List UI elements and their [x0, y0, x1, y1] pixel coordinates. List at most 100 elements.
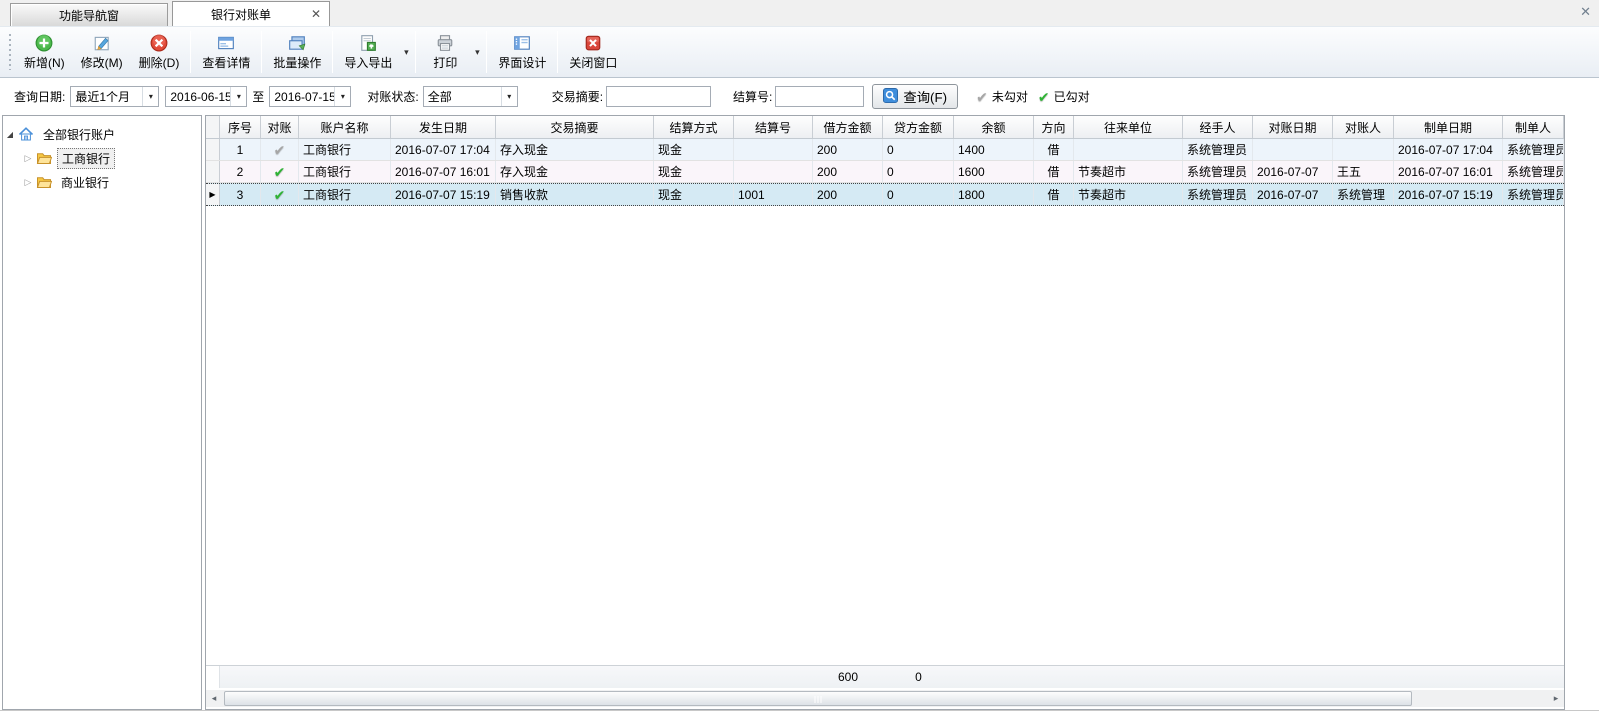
trans-summary-label: 交易摘要: — [552, 88, 603, 105]
toolbar-button-delete[interactable]: 删除(D) — [131, 29, 188, 75]
column-header-doc_date[interactable]: 制单日期 — [1394, 116, 1503, 138]
chevron-down-icon[interactable]: ▾ — [142, 87, 158, 106]
tab-function-nav[interactable]: 功能导航窗 — [10, 3, 168, 26]
toolbar-button-add[interactable]: 新增(N) — [16, 29, 73, 75]
row-indicator-icon: ▶ — [206, 184, 220, 205]
table-row-2[interactable]: 2✔工商银行2016-07-07 16:01存入现金现金20001600借节奏超… — [206, 161, 1564, 183]
column-header-balance[interactable]: 余额 — [954, 116, 1034, 138]
tree-collapsed-icon[interactable]: ▷ — [21, 153, 35, 164]
column-header-settle_no[interactable]: 结算号 — [734, 116, 813, 138]
column-header-date[interactable]: 发生日期 — [391, 116, 496, 138]
cell-seq: 1 — [220, 139, 261, 160]
cell-settle_no — [734, 139, 813, 160]
scrollbar-thumb[interactable] — [224, 691, 1412, 706]
toolbar-button-label: 打印 — [433, 54, 457, 71]
column-header-credit[interactable]: 贷方金额 — [883, 116, 954, 138]
summary-empty-cell — [1333, 666, 1394, 688]
scroll-left-icon[interactable]: ◂ — [206, 690, 222, 707]
toolbar-button-import-export[interactable]: 导入导出 — [336, 29, 400, 75]
column-header-method[interactable]: 结算方式 — [654, 116, 734, 138]
summary-empty-cell — [954, 666, 1034, 688]
filter-bar: 查询日期: 最近1个月 ▾ 2016-06-15 ▾ 至 2016-07-15 … — [0, 78, 1599, 115]
legend-checked: ✔ 已勾对 — [1038, 88, 1090, 105]
cell-summary: 销售收款 — [496, 184, 654, 205]
toolbar-button-label: 导入导出 — [344, 54, 392, 71]
tab-close-icon[interactable]: ✕ — [309, 7, 323, 21]
chevron-down-icon[interactable]: ▾ — [501, 87, 517, 106]
toolbar-button-edit[interactable]: 修改(M) — [73, 29, 131, 75]
chevron-down-icon[interactable]: ▾ — [334, 87, 350, 106]
tab-label: 银行对账单 — [173, 6, 309, 23]
toolbar-separator — [557, 31, 558, 73]
cell-date: 2016-07-07 16:01 — [391, 161, 496, 182]
tree-root-all-bank-accounts[interactable]: ◢ 全部银行账户 — [3, 122, 201, 146]
cell-direction: 借 — [1034, 184, 1074, 205]
date-range-preset-select[interactable]: 最近1个月 ▾ — [70, 86, 159, 107]
cell-settle_no: 1001 — [734, 184, 813, 205]
date-to-select[interactable]: 2016-07-15 ▾ — [269, 86, 351, 107]
summary-credit-total: 0 — [883, 666, 954, 688]
column-header-debit[interactable]: 借方金额 — [813, 116, 883, 138]
toolbar-button-close-window[interactable]: 关闭窗口 — [561, 29, 625, 75]
cell-recon_date: 2016-07-07 — [1253, 161, 1333, 182]
cell-doc_date: 2016-07-07 17:04 — [1394, 139, 1503, 160]
tree-expanded-icon[interactable]: ◢ — [3, 130, 17, 139]
cell-doc_person: 系统管理员 — [1503, 184, 1564, 205]
toolbar-grip-handle[interactable] — [8, 34, 12, 70]
cell-recon_person: 系统管理 — [1333, 184, 1394, 205]
toolbar-separator — [190, 31, 191, 73]
table-row-1[interactable]: 1✔工商银行2016-07-07 17:04存入现金现金20001400借系统管… — [206, 139, 1564, 161]
gray-check-icon: ✔ — [976, 90, 988, 104]
import-export-dropdown-icon[interactable]: ▾ — [400, 29, 412, 75]
print-dropdown-icon[interactable]: ▾ — [471, 29, 483, 75]
cell-recon_date — [1253, 139, 1333, 160]
tree-collapsed-icon[interactable]: ▷ — [21, 177, 35, 188]
summary-empty-cell — [734, 666, 813, 688]
tree-item-1[interactable]: ▷工商银行 — [3, 146, 201, 170]
column-header-counterparty[interactable]: 往来单位 — [1074, 116, 1183, 138]
column-header-recon_date[interactable]: 对账日期 — [1253, 116, 1333, 138]
toolbar-separator — [332, 31, 333, 73]
tree-item-2[interactable]: ▷商业银行 — [3, 170, 201, 194]
cell-credit: 0 — [883, 139, 954, 160]
chevron-down-icon[interactable]: ▾ — [230, 87, 246, 106]
row-gutter — [206, 161, 220, 182]
summary-gutter — [206, 666, 220, 688]
scrollbar-track[interactable] — [222, 690, 1548, 707]
summary-empty-cell — [1253, 666, 1333, 688]
toolbar-button-view-detail[interactable]: 查看详情 — [194, 29, 258, 75]
column-header-doc_person[interactable]: 制单人 — [1503, 116, 1564, 138]
toolbar-separator — [415, 31, 416, 73]
trans-summary-input[interactable] — [606, 86, 711, 107]
cell-debit: 200 — [813, 139, 883, 160]
column-header-summary[interactable]: 交易摘要 — [496, 116, 654, 138]
horizontal-scrollbar[interactable]: ◂ ▸ — [206, 690, 1564, 707]
column-header-handler[interactable]: 经手人 — [1183, 116, 1253, 138]
tab-bank-statement[interactable]: 银行对账单 ✕ — [172, 1, 330, 26]
column-header-account[interactable]: 账户名称 — [299, 116, 391, 138]
summary-empty-cell — [1074, 666, 1183, 688]
column-header-direction[interactable]: 方向 — [1034, 116, 1074, 138]
recon-status-select[interactable]: 全部 ▾ — [423, 86, 518, 107]
toolbar-button-print[interactable]: 打印 — [419, 29, 471, 75]
column-header-check[interactable]: 对账 — [261, 116, 299, 138]
cell-debit: 200 — [813, 184, 883, 205]
settle-no-input[interactable] — [775, 86, 864, 107]
window-close-icon[interactable]: ✕ — [1580, 4, 1591, 20]
query-button[interactable]: 查询(F) — [872, 84, 958, 109]
date-from-select[interactable]: 2016-06-15 ▾ — [165, 86, 247, 107]
cell-check: ✔ — [261, 184, 299, 205]
column-header-recon_person[interactable]: 对账人 — [1333, 116, 1394, 138]
green-check-icon: ✔ — [1038, 90, 1050, 104]
tab-label: 功能导航窗 — [59, 7, 119, 24]
toolbar-button-batch[interactable]: 批量操作 — [265, 29, 329, 75]
summary-empty-cell — [1034, 666, 1074, 688]
table-row-3[interactable]: ▶3✔工商银行2016-07-07 15:19销售收款现金10012000180… — [206, 183, 1564, 206]
window-bottom-border — [0, 710, 1599, 711]
column-header-seq[interactable]: 序号 — [220, 116, 261, 138]
date-to-label: 至 — [252, 88, 264, 105]
toolbar: 新增(N)修改(M)删除(D)查看详情批量操作导入导出▾打印▾界面设计关闭窗口 — [0, 26, 1599, 78]
toolbar-button-ui-design[interactable]: 界面设计 — [490, 29, 554, 75]
cell-recon_person — [1333, 139, 1394, 160]
scroll-right-icon[interactable]: ▸ — [1548, 690, 1564, 707]
